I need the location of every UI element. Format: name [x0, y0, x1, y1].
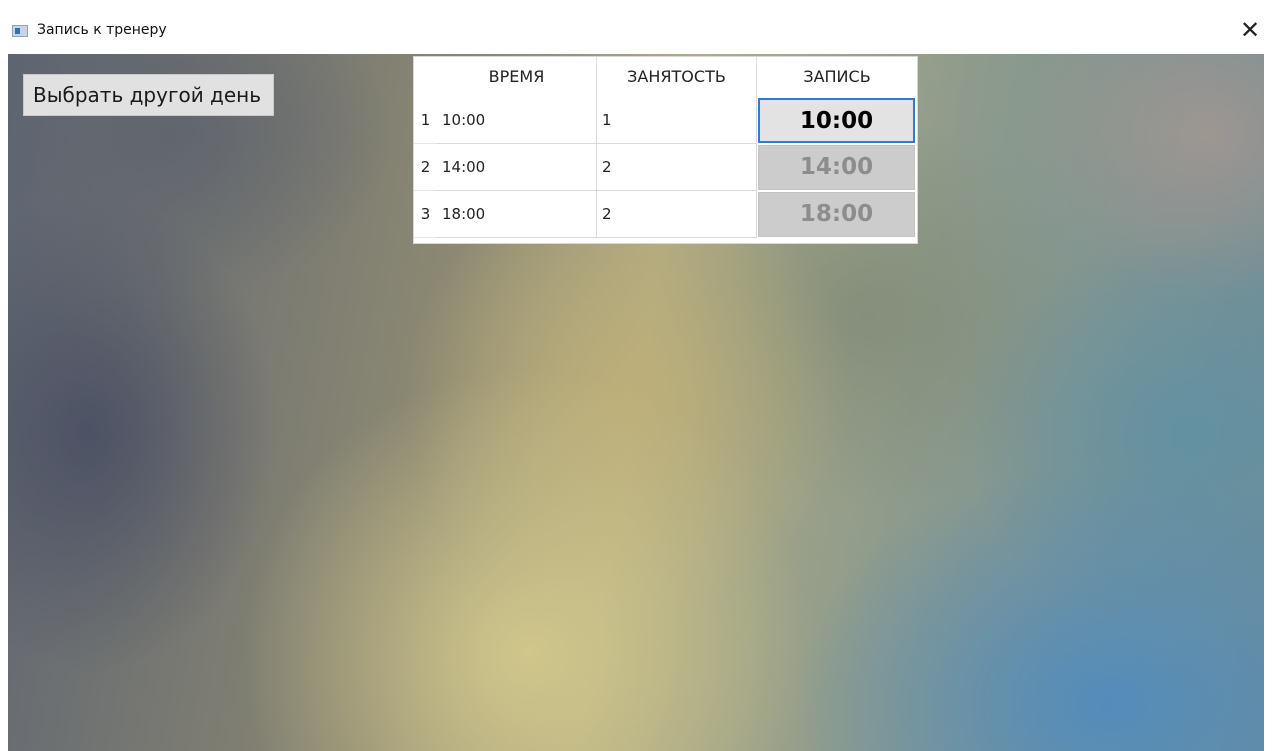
time-cell-2[interactable]: 14:00 [437, 144, 597, 191]
choose-other-day-button[interactable]: Выбрать другой день [23, 74, 274, 116]
column-header-occupancy[interactable]: ЗАНЯТОСТЬ [597, 57, 757, 97]
book-slot-button-1[interactable]: 10:00 [758, 98, 915, 143]
occupancy-cell-2[interactable]: 2 [597, 144, 757, 191]
row-header-1[interactable]: 1 [414, 97, 437, 144]
close-icon[interactable]: ✕ [1236, 16, 1264, 44]
book-slot-button-3[interactable]: 18:00 [758, 192, 915, 237]
column-header-time[interactable]: ВРЕМЯ [437, 57, 597, 97]
row-header-2[interactable]: 2 [414, 144, 437, 191]
book-slot-button-2[interactable]: 14:00 [758, 145, 915, 190]
row-header-3[interactable]: 3 [414, 191, 437, 238]
schedule-table: ВРЕМЯ ЗАНЯТОСТЬ ЗАПИСЬ 1 10:00 1 10:00 2… [413, 56, 918, 244]
column-header-booking[interactable]: ЗАПИСЬ [757, 57, 917, 97]
window-title: Запись к тренеру [37, 22, 167, 38]
app-window: Запись к тренеру ✕ Выбрать другой день В… [0, 0, 1272, 751]
time-cell-1[interactable]: 10:00 [437, 97, 597, 144]
occupancy-cell-1[interactable]: 1 [597, 97, 757, 144]
window-app-icon [12, 25, 28, 37]
occupancy-cell-3[interactable]: 2 [597, 191, 757, 238]
time-cell-3[interactable]: 18:00 [437, 191, 597, 238]
title-bar[interactable]: Запись к тренеру ✕ [0, 0, 1272, 54]
client-area: Выбрать другой день ВРЕМЯ ЗАНЯТОСТЬ ЗАПИ… [8, 54, 1264, 751]
